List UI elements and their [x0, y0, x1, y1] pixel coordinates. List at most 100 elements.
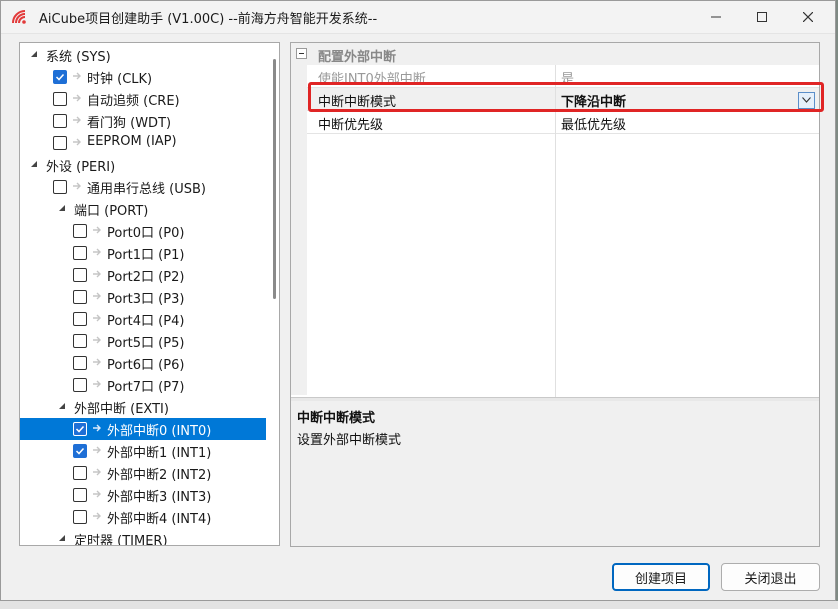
tree-item[interactable]: 外部中断3 (INT3): [20, 484, 266, 506]
tree-item[interactable]: Port6口 (P6): [20, 352, 266, 374]
arrow-right-icon: [73, 116, 81, 124]
arrow-right-icon: [93, 512, 101, 520]
checkbox[interactable]: [73, 466, 87, 480]
description-panel: 中断中断模式 设置外部中断模式: [291, 401, 819, 546]
checkbox-checked[interactable]: [53, 70, 67, 84]
dropdown-button[interactable]: [798, 92, 815, 109]
tree-item[interactable]: 外部中断2 (INT2): [20, 462, 266, 484]
tree-item-label: 外部中断1 (INT1): [107, 446, 212, 461]
tree-item-label: Port2口 (P2): [107, 270, 185, 285]
tree-item[interactable]: 看门狗 (WDT): [20, 110, 266, 132]
tree-item[interactable]: Port2口 (P2): [20, 264, 266, 286]
tree-item-label: 外部中断2 (INT2): [107, 468, 212, 483]
expanded-triangle-icon[interactable]: [58, 402, 66, 410]
tree-item-label: 时钟 (CLK): [87, 72, 153, 87]
close-exit-button[interactable]: 关闭退出: [721, 563, 820, 591]
checkbox[interactable]: [73, 268, 87, 282]
arrow-right-icon: [93, 336, 101, 344]
peripheral-tree[interactable]: 系统 (SYS) 时钟 (CLK) 自动追频 (CRE) 看门狗 (WDT) EEPRO…: [19, 42, 280, 546]
tree-item[interactable]: 定时器 (TIMER): [20, 528, 266, 546]
checkbox[interactable]: [73, 312, 87, 326]
checkmark-icon: [55, 73, 65, 81]
arrow-right-icon: [73, 94, 81, 102]
tree-item-label: Port1口 (P1): [107, 248, 185, 263]
tree-item[interactable]: 端口 (PORT): [20, 198, 266, 220]
tree-item[interactable]: Port0口 (P0): [20, 220, 266, 242]
checkbox[interactable]: [53, 114, 67, 128]
checkbox[interactable]: [73, 290, 87, 304]
property-value[interactable]: 下降沿中断: [561, 91, 626, 110]
property-value[interactable]: 最低优先级: [561, 114, 626, 133]
checkbox-checked[interactable]: [73, 444, 87, 458]
tree-item[interactable]: 系统 (SYS): [20, 44, 266, 66]
property-name: 使能INT0外部中断: [318, 72, 426, 87]
expanded-triangle-icon[interactable]: [58, 204, 66, 212]
checkbox[interactable]: [53, 92, 67, 106]
checkbox-checked[interactable]: [73, 422, 87, 436]
tree-item[interactable]: 外部中断0 (INT0): [20, 418, 266, 440]
checkbox[interactable]: [73, 334, 87, 348]
title-bar[interactable]: AiCube项目创建助手 (V1.00C) --前海方舟智能开发系统--: [1, 1, 835, 34]
expanded-triangle-icon[interactable]: [30, 160, 38, 168]
checkbox[interactable]: [53, 180, 67, 194]
tree-item-label: 通用串行总线 (USB): [87, 182, 206, 197]
tree-item[interactable]: 外部中断4 (INT4): [20, 506, 266, 528]
checkbox[interactable]: [73, 356, 87, 370]
tree-item[interactable]: Port3口 (P3): [20, 286, 266, 308]
arrow-right-icon: [73, 72, 81, 80]
tree-item-label: Port3口 (P3): [107, 292, 185, 307]
checkbox[interactable]: [73, 224, 87, 238]
tree-item[interactable]: Port4口 (P4): [20, 308, 266, 330]
expanded-triangle-icon[interactable]: [58, 534, 66, 542]
chevron-down-icon: [802, 97, 811, 103]
tree-item[interactable]: 外部中断 (EXTI): [20, 396, 266, 418]
minimize-button[interactable]: [693, 1, 739, 33]
scrollbar-thumb[interactable]: [273, 59, 276, 299]
property-row[interactable]: 使能INT0外部中断 是: [307, 65, 819, 88]
tree-scrollbar[interactable]: [268, 43, 279, 545]
minimize-icon: [711, 16, 721, 18]
arrow-right-icon: [93, 358, 101, 366]
property-grid[interactable]: 配置外部中断 使能INT0外部中断是中断中断模式 下降沿中断 中断优先级 最低优先级 …: [290, 42, 820, 547]
tree-item[interactable]: Port7口 (P7): [20, 374, 266, 396]
tree-item-label: 自动追频 (CRE): [87, 94, 180, 109]
app-window: AiCube项目创建助手 (V1.00C) --前海方舟智能开发系统-- 系统 …: [0, 0, 836, 601]
maximize-button[interactable]: [739, 1, 785, 33]
tree-item[interactable]: 通用串行总线 (USB): [20, 176, 266, 198]
tree-item-label: Port4口 (P4): [107, 314, 185, 329]
property-category[interactable]: 配置外部中断: [291, 43, 819, 65]
tree-item[interactable]: 时钟 (CLK): [20, 66, 266, 88]
create-project-button[interactable]: 创建项目: [612, 563, 710, 591]
description-text: 设置外部中断模式: [297, 433, 402, 448]
tree-item-label: 外设 (PERI): [46, 160, 116, 175]
checkbox[interactable]: [53, 136, 67, 150]
checkbox[interactable]: [73, 510, 87, 524]
checkmark-icon: [75, 447, 85, 455]
expanded-triangle-icon[interactable]: [30, 50, 38, 58]
arrow-right-icon: [93, 314, 101, 322]
column-divider[interactable]: [555, 65, 556, 397]
checkbox[interactable]: [73, 488, 87, 502]
tree-item[interactable]: EEPROM (IAP): [20, 132, 266, 154]
tree-item[interactable]: 外设 (PERI): [20, 154, 266, 176]
checkbox[interactable]: [73, 246, 87, 260]
close-icon: [803, 12, 813, 22]
arrow-right-icon: [93, 490, 101, 498]
property-row[interactable]: 中断优先级 最低优先级: [307, 111, 819, 134]
checkbox[interactable]: [73, 378, 87, 392]
tree-item[interactable]: 外部中断1 (INT1): [20, 440, 266, 462]
tree-item[interactable]: Port5口 (P5): [20, 330, 266, 352]
close-window-button[interactable]: [785, 1, 831, 33]
tree-item[interactable]: Port1口 (P1): [20, 242, 266, 264]
tree-item[interactable]: 自动追频 (CRE): [20, 88, 266, 110]
arrow-right-icon: [93, 270, 101, 278]
property-value: 是: [561, 72, 575, 87]
collapse-icon[interactable]: [296, 48, 307, 59]
arrow-right-icon: [93, 424, 101, 432]
property-row[interactable]: 中断中断模式 下降沿中断: [307, 88, 819, 111]
property-gutter: [291, 65, 307, 395]
tree-item-label: 定时器 (TIMER): [74, 534, 168, 546]
tree-item-label: Port5口 (P5): [107, 336, 185, 351]
arrow-right-icon: [73, 182, 81, 190]
tree-item-label: Port7口 (P7): [107, 380, 185, 395]
